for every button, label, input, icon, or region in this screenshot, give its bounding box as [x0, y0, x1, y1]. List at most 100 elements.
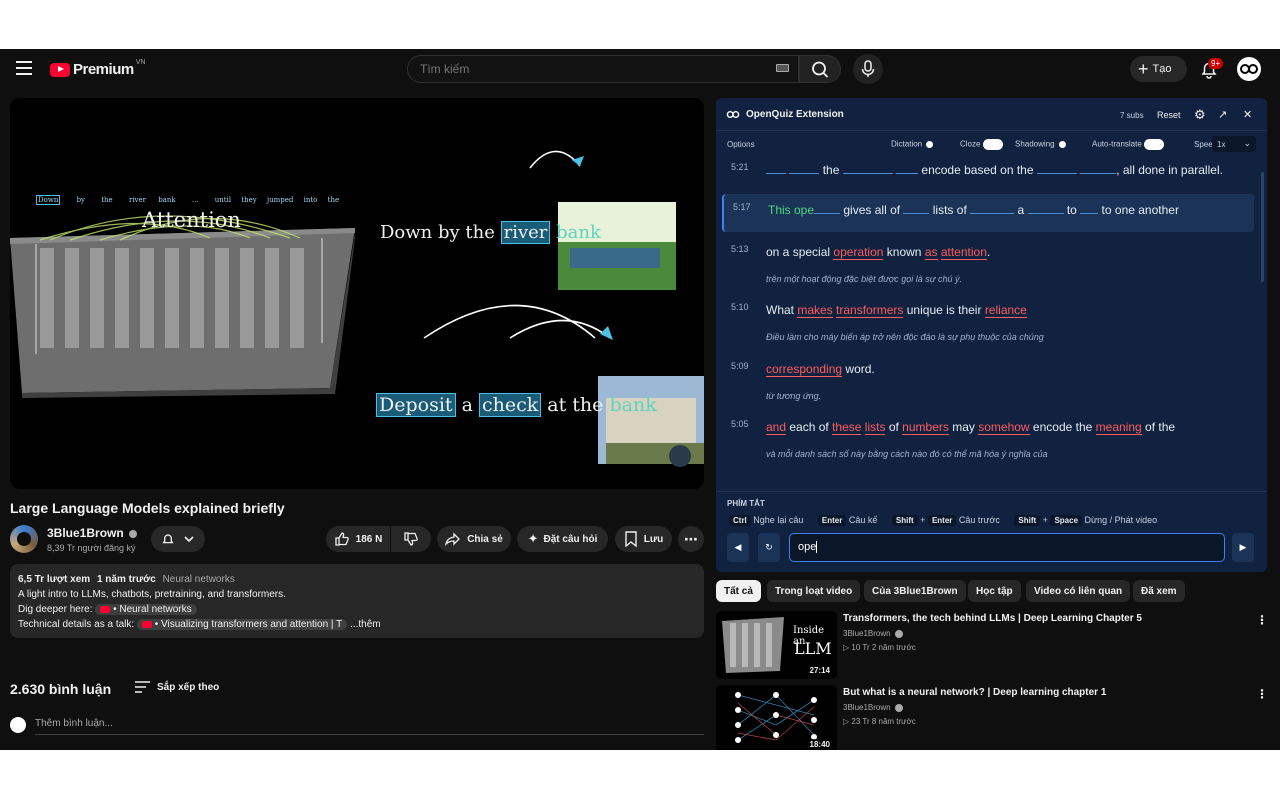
reset-button[interactable]: Reset — [1157, 110, 1181, 120]
highlight-word[interactable]: as — [924, 245, 938, 260]
related-video-title[interactable]: But what is a neural network? | Deep lea… — [843, 687, 1106, 698]
answer-input[interactable]: ope — [789, 533, 1225, 562]
subtitle-line: What makes transformers unique is their … — [766, 303, 1027, 318]
cloze-blank[interactable] — [1027, 213, 1064, 214]
cloze-blank[interactable] — [789, 173, 820, 174]
cloze-blank[interactable] — [766, 173, 786, 174]
cloze-blank[interactable] — [970, 213, 1015, 214]
ask-button[interactable]: ✦ Đặt câu hỏi — [517, 526, 608, 552]
cloze-toggle[interactable] — [982, 138, 1003, 150]
highlight-word[interactable]: somehow — [978, 420, 1030, 435]
video-thumbnail[interactable]: Inside an LLM 27:14 — [716, 611, 837, 679]
word: the — [822, 163, 840, 177]
description-box[interactable]: 6,5 Tr lượt xem 1 năm trước Neural netwo… — [10, 564, 704, 638]
related-channel[interactable]: 3Blue1Brown — [843, 629, 903, 638]
close-icon[interactable]: ✕ — [1243, 108, 1252, 121]
filter-chip-series[interactable]: Trong loạt video — [767, 580, 861, 602]
share-button[interactable]: Chia sẻ — [437, 526, 511, 552]
create-label: Tạo — [1152, 63, 1172, 75]
search-button[interactable] — [799, 55, 841, 83]
highlight-word[interactable]: meaning — [1095, 420, 1142, 435]
related-video[interactable]: Inside an LLM 27:14 Transformers, the te… — [716, 611, 1276, 679]
subscribe-bell-button[interactable] — [151, 526, 205, 552]
dictation-option[interactable]: Dictation — [891, 139, 944, 150]
related-video[interactable]: 18:40 But what is a neural network? | De… — [716, 685, 1276, 750]
description-tag[interactable]: Neural networks — [163, 574, 235, 585]
cloze-blank[interactable] — [1080, 213, 1099, 214]
highlight-word[interactable]: these — [832, 420, 862, 435]
more-options-icon[interactable]: ⋮ — [1256, 613, 1269, 627]
dictation-toggle[interactable] — [924, 139, 944, 150]
menu-icon[interactable] — [16, 61, 32, 75]
subtitle-item[interactable]: 5:13 on a special operation known as att… — [722, 242, 1254, 296]
save-button[interactable]: Lưu — [615, 526, 672, 552]
quiz-title: OpenQuiz Extension — [746, 108, 844, 120]
subtitle-item[interactable]: 5:21 the encode based on the , all done … — [722, 160, 1254, 196]
highlight-word: river — [500, 221, 551, 244]
filter-chip-channel[interactable]: Của 3Blue1Brown — [864, 580, 966, 602]
channel-avatar[interactable] — [10, 525, 38, 553]
filter-chip-all[interactable]: Tất cả — [716, 580, 761, 602]
cloze-blank[interactable] — [842, 173, 893, 174]
highlight-word[interactable]: operation — [833, 245, 884, 260]
highlight-word[interactable]: numbers — [902, 420, 949, 435]
shortcut-desc: Dừng / Phát video — [1084, 515, 1158, 525]
like-button[interactable]: 186 N — [326, 526, 390, 552]
dislike-button[interactable] — [391, 526, 431, 552]
add-comment-input[interactable]: Thêm bình luận... — [35, 718, 704, 735]
filter-chip-related[interactable]: Video có liên quan — [1026, 580, 1131, 602]
show-more-link[interactable]: ...thêm — [350, 619, 381, 630]
previous-button[interactable]: ◀ — [727, 533, 749, 562]
video-link[interactable]: • Visualizing transformers and attention… — [136, 619, 348, 630]
playlist-link[interactable]: • Neural networks — [95, 604, 197, 615]
settings-icon[interactable]: ⚙ — [1194, 107, 1206, 123]
highlight-word[interactable]: and — [766, 420, 787, 435]
filter-chip-watched[interactable]: Đã xem — [1133, 580, 1185, 602]
highlight-word[interactable]: corresponding — [766, 362, 843, 377]
more-actions-button[interactable]: ⋯ — [678, 526, 704, 552]
word: to — [1066, 203, 1077, 217]
popout-icon[interactable]: ↗ — [1218, 108, 1227, 121]
related-channel[interactable]: 3Blue1Brown — [843, 703, 903, 712]
cloze-blank[interactable] — [1080, 173, 1117, 174]
cloze-option[interactable]: Cloze — [960, 138, 1003, 150]
highlight-word[interactable]: lists — [864, 420, 886, 435]
speed-select[interactable]: 1x ⌄ — [1212, 136, 1256, 152]
cloze-blank[interactable] — [903, 213, 930, 214]
replay-button[interactable]: ↻ — [758, 533, 780, 562]
filter-chip-learning[interactable]: Học tập — [968, 580, 1021, 602]
video-thumbnail[interactable]: 18:40 — [716, 685, 837, 750]
sentence-text: a — [461, 394, 473, 416]
related-video-title[interactable]: Transformers, the tech behind LLMs | Dee… — [843, 613, 1142, 624]
video-player[interactable]: Down by the river bank ... until they ju… — [10, 98, 704, 489]
cloze-blank[interactable] — [896, 173, 919, 174]
subtitle-item[interactable]: 5:05 and each of these lists of numbers … — [722, 417, 1254, 471]
account-avatar[interactable] — [1237, 57, 1261, 81]
highlight-word[interactable]: reliance — [984, 303, 1027, 318]
next-button[interactable]: ▶ — [1232, 533, 1254, 562]
shadowing-option[interactable]: Shadowing — [1015, 139, 1077, 150]
cloze-blank[interactable] — [814, 213, 841, 214]
youtube-logo[interactable]: Premium VN — [50, 59, 145, 78]
keyboard-icon[interactable] — [776, 64, 789, 72]
cloze-blank[interactable] — [1036, 173, 1077, 174]
highlight-word[interactable]: attention — [940, 245, 987, 260]
subtitle-item[interactable]: 5:10 What makes transformers unique is t… — [722, 300, 1254, 354]
subtitle-item-active[interactable]: 5:17 This ope gives all of lists of a to… — [722, 194, 1254, 232]
search-input[interactable] — [408, 56, 748, 82]
autotranslate-toggle[interactable] — [1144, 138, 1165, 150]
create-button[interactable]: + Tạo — [1130, 56, 1187, 82]
channel-name[interactable]: 3Blue1Brown — [47, 526, 138, 540]
sort-comments-button[interactable]: Sắp xếp theo — [135, 681, 219, 693]
token: ... — [191, 196, 199, 204]
highlight-word[interactable]: makes — [797, 303, 833, 318]
subtitle-scrollbar[interactable] — [1261, 172, 1264, 282]
voice-search-button[interactable] — [853, 54, 883, 84]
shadowing-toggle[interactable] — [1057, 139, 1077, 150]
highlight-word[interactable]: transformers — [836, 303, 904, 318]
subtitle-item[interactable]: 5:09 corresponding word. từ tương ứng. — [722, 359, 1254, 413]
autotranslate-option[interactable]: Auto-translate — [1092, 138, 1165, 150]
more-options-icon[interactable]: ⋮ — [1256, 687, 1269, 701]
upload-age: 1 năm trước — [96, 574, 156, 585]
description-line: Dig deeper here: • Neural networks — [18, 602, 696, 617]
